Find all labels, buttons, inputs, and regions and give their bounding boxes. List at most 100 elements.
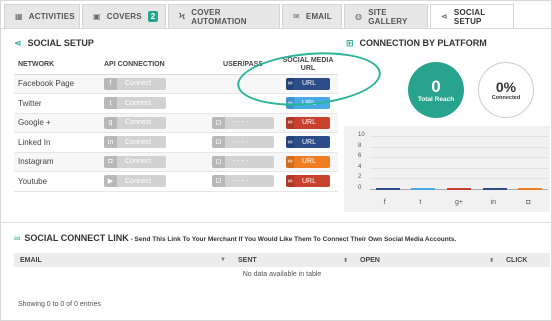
linkedin-userpass-button[interactable]: ⊡ - - - - <box>212 136 274 149</box>
facebook-icon: f <box>104 77 117 90</box>
col-open[interactable]: OPEN ⬍ <box>354 253 500 267</box>
network-name: Twitter <box>14 93 100 114</box>
sort-icon: ⬍ <box>342 257 348 264</box>
connect-link-table: EMAIL ▼ SENT ⬍ OPEN ⬍ CLICK No data availab… <box>14 253 550 281</box>
button-label: Connect <box>125 80 152 88</box>
tab-bar: ▦ ACTIVITIES ▣ COVERS 2 ϟ COVER AUTOMATI… <box>4 4 514 28</box>
platform-chart <box>344 126 550 212</box>
table-row: Google + g Connect ⊡ - - - - ∞ URL <box>14 113 338 133</box>
tab-email[interactable]: ✉ EMAIL <box>282 4 342 28</box>
instagram-userpass-button[interactable]: ⊡ - - - - <box>212 155 274 168</box>
bolt-icon: ϟ <box>179 12 186 21</box>
table-row: No data available in table <box>14 267 550 281</box>
twitter-icon: t <box>104 97 117 110</box>
facebook-connect-button[interactable]: f Connect <box>104 77 166 90</box>
facebook-icon: f <box>383 199 386 206</box>
button-label: URL <box>301 158 316 166</box>
network-name: Linked In <box>14 132 100 153</box>
col-click[interactable]: CLICK <box>500 253 550 267</box>
gridline <box>370 178 548 180</box>
google-plus-userpass-button[interactable]: ⊡ - - - - <box>212 116 274 129</box>
link-icon: ∞ <box>286 116 294 129</box>
share-icon: ⋖ <box>441 12 448 21</box>
connected-value: 0% <box>495 78 517 95</box>
linkedin-url-button[interactable]: ∞ URL <box>286 136 330 149</box>
tab-cover-automation[interactable]: ϟ COVER AUTOMATION <box>168 4 280 28</box>
instagram-url-button[interactable]: ∞ URL <box>286 155 330 168</box>
bar-facebook <box>375 188 400 190</box>
gridline <box>370 157 548 159</box>
button-label: Connect <box>125 158 152 166</box>
lock-icon: ⊡ <box>212 116 225 129</box>
y-tick-label: 6 <box>358 153 362 160</box>
connect-link-heading: ∞ SOCIAL CONNECT LINK - Send This Link To… <box>14 233 456 243</box>
tab-activities[interactable]: ▦ ACTIVITIES <box>4 4 80 28</box>
button-label: URL <box>301 177 316 185</box>
total-reach-label: Total Reach <box>417 95 455 103</box>
button-label: Connect <box>125 177 152 185</box>
button-label: - - - - <box>233 158 249 166</box>
youtube-icon: ▶ <box>104 175 117 188</box>
twitter-connect-button[interactable]: t Connect <box>104 97 166 110</box>
y-tick-label: 0 <box>358 185 362 191</box>
table-info: Showing 0 to 0 of 0 entries <box>18 301 101 308</box>
google-plus-connect-button[interactable]: g Connect <box>104 116 166 129</box>
link-icon: ∞ <box>14 233 21 243</box>
network-name: Instagram <box>14 152 100 172</box>
table-row: Linked In in Connect ⊡ - - - - ∞ URL <box>14 132 338 153</box>
button-label: URL <box>301 138 316 146</box>
total-reach-circle: 0 Total Reach <box>408 62 464 118</box>
col-sent[interactable]: SENT ⬍ <box>232 253 354 267</box>
lock-icon: ⊡ <box>212 155 225 168</box>
tab-social-setup[interactable]: ⋖ SOCIAL SETUP <box>430 4 514 28</box>
button-label: - - - - <box>233 177 249 185</box>
sort-icon: ⬍ <box>488 257 494 264</box>
sort-desc-icon: ▼ <box>220 256 226 263</box>
button-label: Connect <box>125 138 152 146</box>
y-tick-label: 8 <box>358 142 362 149</box>
y-tick-label: 10 <box>358 132 365 138</box>
table-row: Youtube ▶ Connect ⊡ - - - - ∞ URL <box>14 171 338 192</box>
button-label: Connect <box>125 99 152 107</box>
youtube-url-button[interactable]: ∞ URL <box>286 175 330 188</box>
instagram-icon: ◘ <box>104 155 117 168</box>
network-name: Facebook Page <box>14 74 100 94</box>
col-api-connection: API CONNECTION <box>100 56 208 75</box>
button-label: - - - - <box>233 119 249 127</box>
google-plus-url-button[interactable]: ∞ URL <box>286 116 330 129</box>
section-divider <box>0 222 552 223</box>
tab-label: EMAIL <box>305 12 332 21</box>
connected-circle: 0% Connected <box>478 62 534 118</box>
col-network: NETWORK <box>14 56 100 75</box>
instagram-connect-button[interactable]: ◘ Connect <box>104 155 166 168</box>
lock-icon: ⊡ <box>212 136 225 149</box>
youtube-userpass-button[interactable]: ⊡ - - - - <box>212 175 274 188</box>
network-name: Google + <box>14 113 100 133</box>
column-label: CLICK <box>506 256 528 264</box>
lock-icon: ⊡ <box>212 175 225 188</box>
connect-link-subtitle: - Send This Link To Your Merchant If You… <box>128 236 457 243</box>
link-icon: ∞ <box>286 155 294 168</box>
social-setup-heading: ⋖ SOCIAL SETUP <box>14 38 94 49</box>
youtube-connect-button[interactable]: ▶ Connect <box>104 175 166 188</box>
button-label: Connect <box>125 119 152 127</box>
col-email[interactable]: EMAIL ▼ <box>14 253 232 267</box>
table-row: Instagram ◘ Connect ⊡ - - - - ∞ URL <box>14 152 338 172</box>
tab-site-gallery[interactable]: ◍ SITE GALLERY <box>344 4 428 28</box>
linkedin-connect-button[interactable]: in Connect <box>104 136 166 149</box>
total-reach-value: 0 <box>431 76 441 96</box>
empty-table-message: No data available in table <box>242 270 322 278</box>
column-label: OPEN <box>360 256 380 264</box>
image-icon: ▣ <box>93 12 101 21</box>
bar-twitter <box>411 188 436 190</box>
twitter-icon: t <box>419 199 422 206</box>
section-title: CONNECTION BY PLATFORM <box>359 38 487 48</box>
bar-linkedin <box>482 188 507 190</box>
column-label: EMAIL <box>20 256 42 264</box>
google-plus-icon: g+ <box>455 199 463 206</box>
tab-label: ACTIVITIES <box>28 12 75 21</box>
sitemap-icon: ⊞ <box>346 38 354 48</box>
button-label: - - - - <box>233 138 249 146</box>
tab-covers[interactable]: ▣ COVERS 2 <box>82 4 166 28</box>
instagram-icon: ◘ <box>526 199 531 206</box>
